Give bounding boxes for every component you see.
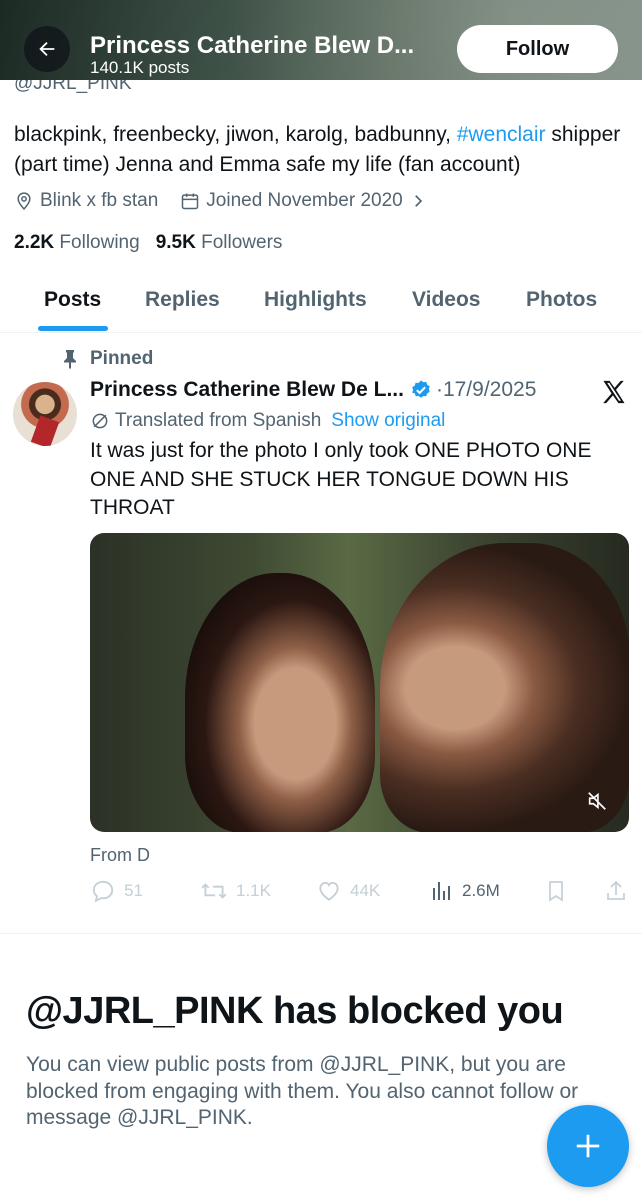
following-stat[interactable]: 2.2K Following — [14, 232, 140, 254]
section-divider — [0, 933, 642, 934]
like-button[interactable]: 44K — [316, 878, 380, 904]
translate-icon — [92, 413, 108, 429]
post-video[interactable] — [90, 533, 629, 832]
chevron-right-icon — [414, 195, 422, 207]
post-author-line: Princess Catherine Blew De L... ·17/9/20… — [90, 378, 550, 402]
compose-plus-icon — [576, 1134, 600, 1158]
tab-highlights[interactable]: Highlights — [264, 288, 367, 312]
reply-icon — [92, 880, 114, 903]
post-actions: 51 1.1K 44K 2.6M — [90, 878, 630, 908]
joined-item[interactable]: Joined November 2020 — [180, 190, 432, 212]
follow-stats: 2.2K Following 9.5K Followers — [14, 232, 298, 254]
header-display-name: Princess Catherine Blew D... — [90, 32, 415, 59]
pin-icon — [64, 350, 76, 369]
mute-icon[interactable] — [586, 790, 608, 812]
post-text: It was just for the photo I only took ON… — [90, 439, 592, 519]
video-frame-left-figure — [185, 573, 375, 832]
profile-handle: @JJRL_PINK — [14, 80, 132, 94]
post-date[interactable]: ·17/9/2025 — [436, 378, 536, 402]
location-item: Blink x fb stan — [14, 190, 158, 212]
video-source-caption: From D — [90, 845, 150, 865]
location-icon — [17, 192, 31, 210]
author-avatar[interactable] — [13, 382, 77, 446]
repost-button[interactable]: 1.1K — [200, 878, 271, 904]
translated-label: Translated from Spanish — [115, 410, 322, 431]
bio-text: blackpink, freenbecky, jiwon, karolg, ba… — [14, 123, 457, 146]
blocked-message: You can view public posts from @JJRL_PIN… — [26, 1053, 579, 1129]
repost-icon — [201, 883, 227, 899]
share-icon[interactable] — [604, 878, 628, 904]
calendar-icon — [182, 193, 199, 210]
bookmark-icon[interactable] — [544, 878, 568, 904]
bio-hashtag-link[interactable]: #wenclair — [457, 123, 546, 146]
profile-meta: Blink x fb stan Joined November 2020 — [14, 190, 455, 212]
reply-button[interactable]: 51 — [90, 878, 143, 904]
header-post-count: 140.1K posts — [90, 58, 190, 77]
followers-stat[interactable]: 9.5K Followers — [156, 232, 283, 254]
verified-badge-icon — [412, 380, 430, 398]
video-frame-right-figure — [380, 543, 629, 832]
translation-notice: Translated from Spanish Show original — [90, 410, 445, 432]
post-author-name[interactable]: Princess Catherine Blew De L... — [90, 378, 404, 402]
views-count: 2.6M — [462, 881, 500, 900]
blocked-title: @JJRL_PINK has blocked you — [26, 990, 564, 1032]
tab-photos[interactable]: Photos — [526, 288, 597, 312]
back-button[interactable] — [24, 26, 70, 72]
location-text: Blink x fb stan — [40, 190, 159, 211]
show-original-link[interactable]: Show original — [331, 410, 445, 432]
tab-replies[interactable]: Replies — [145, 288, 220, 312]
repost-count: 1.1K — [236, 881, 271, 900]
compose-button[interactable] — [547, 1105, 629, 1187]
views-icon — [433, 882, 450, 900]
profile-tabs: Posts Replies Highlights Videos Photos — [0, 272, 642, 333]
reply-count: 51 — [124, 881, 143, 900]
profile-header: Princess Catherine Blew D... 140.1K post… — [0, 0, 642, 80]
views-button[interactable]: 2.6M — [430, 878, 500, 904]
pinned-label: Pinned — [62, 348, 153, 370]
x-logo-icon — [603, 380, 625, 404]
joined-text: Joined November 2020 — [206, 190, 403, 211]
profile-bio: blackpink, freenbecky, jiwon, karolg, ba… — [14, 120, 634, 180]
back-arrow-icon — [39, 41, 55, 57]
follow-button[interactable]: Follow — [457, 25, 618, 73]
tab-videos[interactable]: Videos — [412, 288, 480, 312]
like-icon — [319, 881, 339, 901]
active-tab-indicator — [38, 326, 108, 331]
like-count: 44K — [350, 881, 381, 900]
tab-posts[interactable]: Posts — [44, 288, 101, 312]
